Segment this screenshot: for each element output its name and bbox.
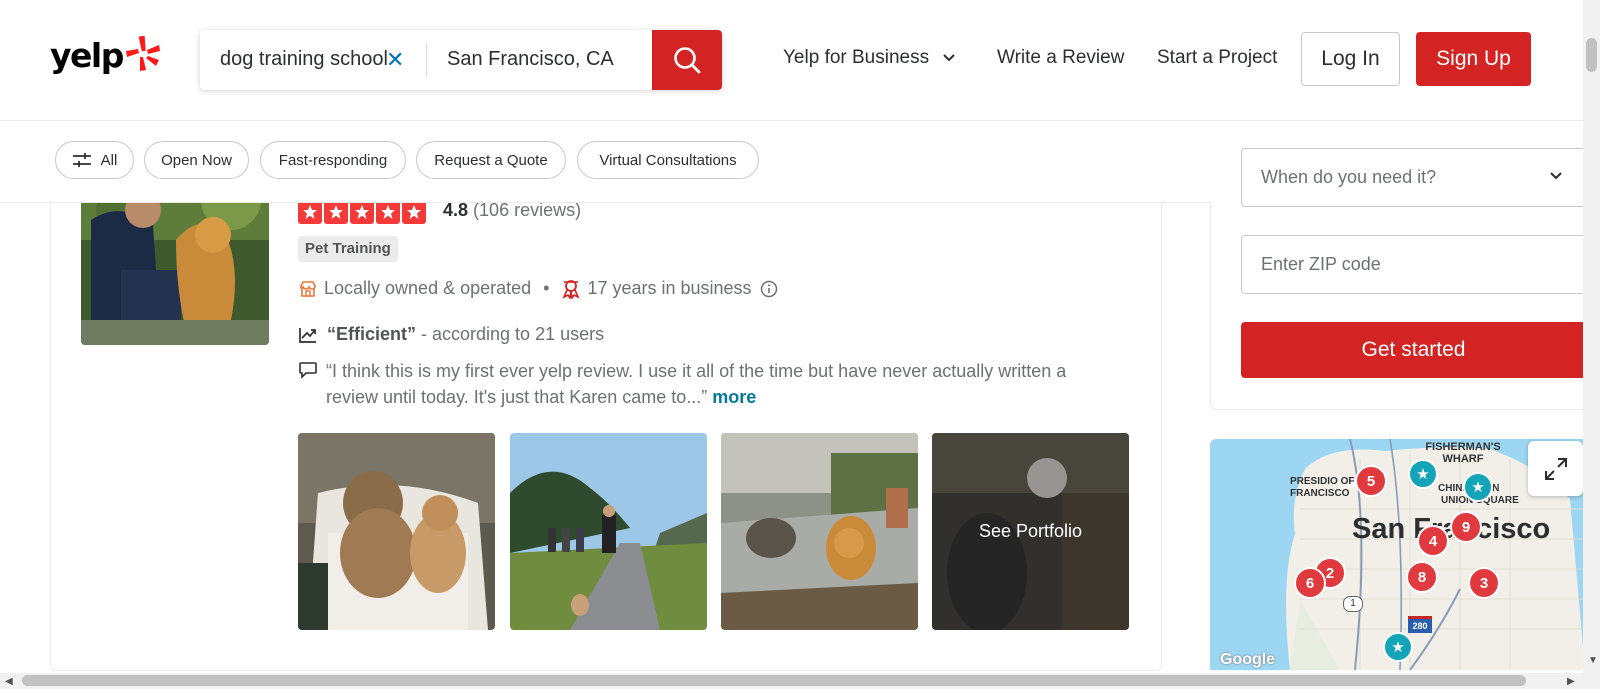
search-what-value: dog training school [220,48,388,70]
rating-value: 4.8 [443,200,469,220]
attributes-row: Locally owned & operated • 17 years in b… [298,278,778,299]
review-count-link[interactable]: (106 reviews) [473,200,581,220]
star-icon [402,200,426,224]
map-marker[interactable]: 3 [1468,567,1500,599]
category-tag[interactable]: Pet Training [298,236,398,262]
see-portfolio-label: See Portfolio [978,521,1083,541]
scroll-down-arrow[interactable]: ▼ [1588,655,1598,666]
photo-thumbnail[interactable] [721,433,918,630]
portfolio-thumbnail[interactable]: See Portfolio [932,433,1129,630]
info-icon[interactable] [760,280,778,298]
vertical-scrollbar-thumb[interactable] [1586,38,1597,72]
chevron-down-icon [1550,172,1562,180]
road-shield: 1 [1343,596,1363,612]
scroll-left-arrow[interactable]: ◀ [5,676,13,687]
expand-map-button[interactable] [1528,441,1583,496]
map-star-marker[interactable]: ★ [1383,632,1413,662]
filter-all-label: All [100,151,118,169]
star-icon [350,200,374,224]
storefront-icon [300,280,316,297]
star-icon [376,200,400,224]
map-marker[interactable]: 9 [1450,511,1482,543]
yelp-burst-icon [125,35,160,71]
highlight-quote: “Efficient” [327,324,417,344]
yelp-for-business-menu[interactable]: Yelp for Business [783,47,956,69]
sliders-icon [72,153,91,167]
map-marker[interactable]: 5 [1355,465,1387,497]
signup-button[interactable]: Sign Up [1416,32,1531,86]
business-photo[interactable] [81,180,269,345]
review-text: “I think this is my first ever yelp revi… [326,358,1106,410]
filter-all-pill[interactable]: All [55,141,134,179]
star-rating [298,200,426,224]
when-select[interactable]: When do you need it? [1241,148,1586,207]
map-marker[interactable]: 6 [1294,567,1326,599]
attribute-separator: • [543,278,550,298]
zip-code-input[interactable]: Enter ZIP code [1241,235,1586,294]
years-in-business-label: 17 years in business [587,278,752,298]
scroll-right-arrow[interactable]: ▶ [1567,676,1575,687]
logo-wordmark: yelp [50,35,124,75]
when-select-value: When do you need it? [1261,167,1437,187]
map-marker[interactable]: 4 [1417,525,1449,557]
search-where-value: San Francisco, CA [447,48,614,70]
horizontal-scrollbar-thumb[interactable] [22,675,1526,686]
write-review-link[interactable]: Write a Review [997,47,1124,69]
interstate-shield: 280 [1408,616,1432,633]
search-button[interactable] [652,30,722,90]
highlight-suffix: - according to 21 users [416,324,605,344]
more-link[interactable]: more [712,387,756,407]
chevron-down-icon [943,54,956,62]
locally-owned-label: Locally owned & operated [324,278,532,298]
zip-placeholder: Enter ZIP code [1261,254,1381,274]
filter-fast-responding-pill[interactable]: Fast-responding [260,141,406,179]
star-icon [298,200,322,224]
review-highlight: “Efficient” - according to 21 users [298,324,604,345]
filter-virtual-consultations-pill[interactable]: Virtual Consultations [577,141,759,179]
trending-up-icon [299,327,316,343]
yelp-logo[interactable]: yelp [50,35,161,75]
filter-request-quote-pill[interactable]: Request a Quote [416,141,566,179]
search-bar: dog training school ✕ San Francisco, CA [200,30,722,90]
login-button[interactable]: Log In [1301,32,1400,86]
map-attribution: Google [1220,651,1276,668]
expand-icon [1544,457,1567,480]
review-snippet-text: “I think this is my first ever yelp revi… [326,361,1067,407]
filter-bar: All Open Now Fast-responding Request a Q… [0,121,1212,203]
search-where-field[interactable]: San Francisco, CA [427,30,652,90]
star-icon [324,200,348,224]
search-what-field[interactable]: dog training school ✕ [200,30,426,90]
top-header: yelp dog training school ✕ San Francisco… [0,0,1600,121]
award-ribbon-icon [562,279,581,299]
rating-summary: 4.8 (106 reviews) [443,200,581,221]
map-star-marker[interactable]: ★ [1408,459,1438,489]
get-started-button[interactable]: Get started [1241,322,1586,378]
filter-open-now-pill[interactable]: Open Now [144,141,249,179]
start-project-link[interactable]: Start a Project [1157,47,1277,69]
close-icon[interactable]: ✕ [386,47,404,73]
map-star-marker[interactable]: ★ [1463,472,1493,502]
photo-thumbnail[interactable] [510,433,707,630]
map-marker[interactable]: 8 [1406,561,1438,593]
search-icon [674,47,701,74]
yelp-for-business-label: Yelp for Business [783,47,930,68]
vertical-scrollbar[interactable] [1583,0,1600,673]
speech-bubble-icon [299,362,317,379]
map-label-fishermans-wharf: FISHERMAN'S WHARF [1425,441,1501,465]
photo-thumbnail[interactable] [298,433,495,630]
